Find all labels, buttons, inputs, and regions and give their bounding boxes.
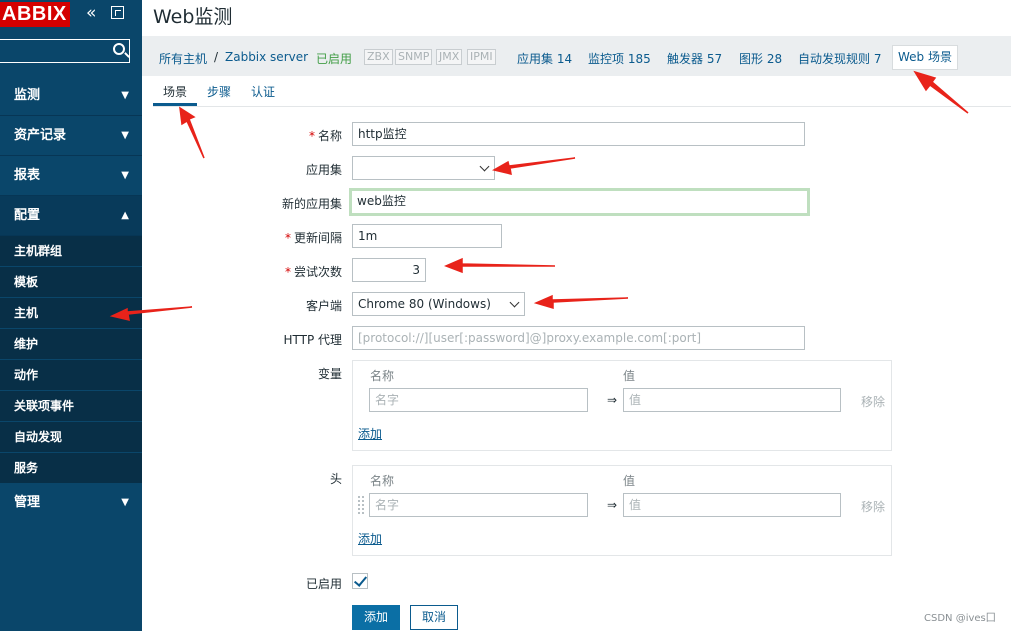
annotation-arrow-agent <box>533 294 629 310</box>
nav-hosts[interactable]: 主机 <box>0 298 142 329</box>
link-triggers[interactable]: 触发器 57 <box>667 50 722 67</box>
add-button[interactable]: 添加 <box>352 605 400 630</box>
protocol-badge-zbx: ZBX <box>364 49 393 65</box>
nav-actions[interactable]: 动作 <box>0 360 142 391</box>
required-marker: * <box>284 231 291 245</box>
application-label: 应用集 <box>305 163 342 177</box>
link-web-scenarios[interactable]: Web 场景 <box>892 45 958 70</box>
zabbix-logo[interactable]: ABBIX <box>0 2 70 27</box>
protocol-badge-snmp: SNMP <box>395 49 433 65</box>
nav-label: 管理 <box>14 495 41 510</box>
nav-services[interactable]: 服务 <box>0 453 142 484</box>
required-marker: * <box>284 265 291 279</box>
chevron-down-icon: ▼ <box>121 170 129 181</box>
chevron-down-icon: ▼ <box>121 497 129 508</box>
nav-configuration[interactable]: 配置 ▲ <box>0 196 142 236</box>
nav-host-groups[interactable]: 主机群组 <box>0 236 142 267</box>
interval-input[interactable]: 1m <box>352 224 502 248</box>
nav-label: 报表 <box>14 168 41 183</box>
host-status-enabled[interactable]: 已启用 <box>316 50 352 67</box>
nav-event-correlation[interactable]: 关联项事件 <box>0 391 142 422</box>
protocol-badge-ipmi: IPMI <box>467 49 496 65</box>
headers-col-name: 名称 <box>370 474 395 488</box>
tab-steps[interactable]: 步骤 <box>207 83 231 100</box>
link-items[interactable]: 监控项 185 <box>588 50 651 67</box>
nav-administration[interactable]: 管理 ▼ <box>0 483 142 523</box>
attempts-input[interactable]: 3 <box>352 258 426 282</box>
sidebar: ABBIX « 监测 ▼ 资产记录 ▼ 报表 ▼ 配置 ▲ 主机群组 模板 主机 维护 … <box>0 0 142 631</box>
variable-value-input[interactable]: 值 <box>623 388 841 412</box>
new-application-input[interactable]: web监控 <box>349 188 810 216</box>
headers-col-value: 值 <box>623 474 636 488</box>
variable-remove-button[interactable]: 移除 <box>861 393 885 410</box>
page-title: Web监测 <box>153 6 233 28</box>
name-label: * 名称 <box>308 129 342 143</box>
variables-col-value: 值 <box>623 369 636 383</box>
chevron-down-icon <box>479 161 490 172</box>
interval-label: * 更新间隔 <box>284 231 342 245</box>
breadcrumb-all-hosts[interactable]: 所有主机 <box>159 50 207 67</box>
nav-inventory[interactable]: 资产记录 ▼ <box>0 116 142 156</box>
variable-name-input[interactable]: 名字 <box>369 388 588 412</box>
nav-monitoring[interactable]: 监测 ▼ <box>0 76 142 116</box>
tabs-divider <box>153 106 1011 107</box>
breadcrumb-host[interactable]: Zabbix server <box>225 50 308 64</box>
nav-label: 配置 <box>14 208 41 223</box>
breadcrumb-separator: / <box>214 50 219 64</box>
chevron-up-icon: ▲ <box>121 210 129 221</box>
required-marker: * <box>308 129 315 143</box>
nav-discovery[interactable]: 自动发现 <box>0 422 142 453</box>
tab-scenario[interactable]: 场景 <box>163 83 187 100</box>
arrow-icon: ⇒ <box>607 498 618 512</box>
new-application-label: 新的应用集 <box>281 197 342 211</box>
nav-maintenance[interactable]: 维护 <box>0 329 142 360</box>
header-value-input[interactable]: 值 <box>623 493 841 517</box>
watermark: CSDN @ives囗 <box>924 613 996 624</box>
protocol-badge-jmx: JMX <box>436 49 463 65</box>
enabled-checkbox[interactable] <box>352 573 368 589</box>
header-remove-button[interactable]: 移除 <box>861 498 885 515</box>
proxy-input[interactable]: [protocol://][user[:password]@]proxy.exa… <box>352 326 805 350</box>
variables-label: 变量 <box>317 367 342 381</box>
search-input[interactable] <box>0 39 130 63</box>
enabled-label: 已启用 <box>305 577 342 591</box>
config-submenu: 主机群组 模板 主机 维护 动作 关联项事件 自动发现 服务 <box>0 236 142 484</box>
headers-label: 头 <box>329 472 342 486</box>
attempts-label: * 尝试次数 <box>284 265 342 279</box>
chevron-down-icon: ▼ <box>121 130 129 141</box>
search-icon[interactable] <box>113 43 125 55</box>
header-add-link[interactable]: 添加 <box>358 530 382 547</box>
link-graphs[interactable]: 图形 28 <box>739 50 782 67</box>
kiosk-mode-icon[interactable] <box>111 6 124 19</box>
cancel-button[interactable]: 取消 <box>410 605 458 630</box>
nav-templates[interactable]: 模板 <box>0 267 142 298</box>
variable-add-link[interactable]: 添加 <box>358 425 382 442</box>
agent-select[interactable]: Chrome 80 (Windows) <box>352 292 525 316</box>
arrow-icon: ⇒ <box>607 393 618 407</box>
proxy-label: HTTP 代理 <box>283 333 342 347</box>
nav-reports[interactable]: 报表 ▼ <box>0 156 142 196</box>
drag-handle-icon[interactable] <box>358 496 364 514</box>
annotation-arrow-attempts <box>444 257 556 274</box>
annotation-arrow-application <box>491 157 576 175</box>
variables-col-name: 名称 <box>370 369 395 383</box>
agent-label: 客户端 <box>305 299 342 313</box>
nav-label: 监测 <box>14 88 41 103</box>
link-applications[interactable]: 应用集 14 <box>517 50 572 67</box>
link-discovery-rules[interactable]: 自动发现规则 7 <box>798 50 881 67</box>
chevron-down-icon: ▼ <box>121 90 129 101</box>
collapse-sidebar-icon[interactable]: « <box>86 5 96 22</box>
nav-label: 资产记录 <box>14 128 67 143</box>
name-input[interactable]: http监控 <box>352 122 805 146</box>
header-name-input[interactable]: 名字 <box>369 493 588 517</box>
chevron-down-icon <box>509 297 520 308</box>
application-select[interactable] <box>352 156 495 180</box>
tab-authentication[interactable]: 认证 <box>251 83 275 100</box>
